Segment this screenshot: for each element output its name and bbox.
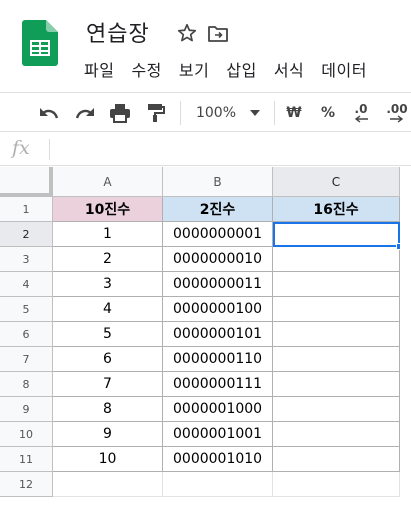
cell-c5[interactable] <box>273 297 400 322</box>
row-header-12[interactable]: 12 <box>0 472 53 497</box>
zoom-select[interactable]: 100% <box>196 101 236 125</box>
formula-separator <box>49 139 50 160</box>
cell-a8[interactable]: 7 <box>53 372 163 397</box>
cell-b8[interactable]: 0000000111 <box>163 372 273 397</box>
currency-symbol: ₩ <box>286 105 302 121</box>
increase-decimal-label: .00 <box>386 102 408 116</box>
column-header-a[interactable]: A <box>53 167 163 197</box>
row-header-9[interactable]: 9 <box>0 397 53 422</box>
cell-a6[interactable]: 5 <box>53 322 163 347</box>
cell-a4[interactable]: 3 <box>53 272 163 297</box>
row-header-1[interactable]: 1 <box>0 197 53 222</box>
paint-format-icon[interactable] <box>142 101 168 125</box>
column-header-c[interactable]: C <box>273 167 400 197</box>
percent-format-button[interactable]: % <box>320 101 336 125</box>
menu-insert[interactable]: 삽입 <box>226 57 256 81</box>
chevron-down-icon[interactable] <box>248 101 262 125</box>
header-cell-a[interactable]: 10진수 <box>53 197 163 222</box>
decrease-decimal-label: .0 <box>354 102 368 116</box>
cell-c3[interactable] <box>273 247 400 272</box>
redo-icon[interactable] <box>72 101 98 125</box>
cell-b3[interactable]: 0000000010 <box>163 247 273 272</box>
increase-decimal-button[interactable]: .00 <box>384 101 410 125</box>
toolbar-separator <box>274 101 275 125</box>
toolbar: 100% ₩ % .0 .00 <box>0 92 411 132</box>
menu-bar: 파일 수정 보기 삽입 서식 데이터 <box>84 57 384 81</box>
cell-c8[interactable] <box>273 372 400 397</box>
menu-edit[interactable]: 수정 <box>131 57 161 81</box>
selected-cell-outline <box>273 222 400 247</box>
header-cell-c[interactable]: 16진수 <box>273 197 400 222</box>
row-header-4[interactable]: 4 <box>0 272 53 297</box>
header-cell-b[interactable]: 2진수 <box>163 197 273 222</box>
cell-a10[interactable]: 9 <box>53 422 163 447</box>
decrease-decimal-button[interactable]: .0 <box>350 101 372 125</box>
cell-c11[interactable] <box>273 447 400 472</box>
row-header-11[interactable]: 11 <box>0 447 53 472</box>
cell-b4[interactable]: 0000000011 <box>163 272 273 297</box>
cell-a7[interactable]: 6 <box>53 347 163 372</box>
cell-a11[interactable]: 10 <box>53 447 163 472</box>
row-header-6[interactable]: 6 <box>0 322 53 347</box>
fx-icon: fx <box>12 137 30 159</box>
row-header-8[interactable]: 8 <box>0 372 53 397</box>
move-to-folder-icon[interactable] <box>207 24 229 44</box>
star-icon[interactable] <box>176 22 198 44</box>
undo-icon[interactable] <box>36 101 62 125</box>
zoom-value: 100% <box>195 105 237 121</box>
cell-c12[interactable] <box>273 472 400 497</box>
percent-symbol: % <box>320 105 336 121</box>
cell-c9[interactable] <box>273 397 400 422</box>
cell-b7[interactable]: 0000000110 <box>163 347 273 372</box>
print-icon[interactable] <box>107 101 133 125</box>
column-header-b[interactable]: B <box>163 167 273 197</box>
document-title[interactable]: 연습장 <box>86 16 150 48</box>
menu-format[interactable]: 서식 <box>274 57 304 81</box>
menu-data[interactable]: 데이터 <box>321 57 367 81</box>
select-all-corner[interactable] <box>0 167 53 197</box>
menu-file[interactable]: 파일 <box>84 57 114 81</box>
cell-b11[interactable]: 0000001010 <box>163 447 273 472</box>
row-header-3[interactable]: 3 <box>0 247 53 272</box>
cell-a2[interactable]: 1 <box>53 222 163 247</box>
row-header-2[interactable]: 2 <box>0 222 53 247</box>
cell-b9[interactable]: 0000001000 <box>163 397 273 422</box>
google-sheets-logo[interactable] <box>22 20 58 66</box>
cell-b5[interactable]: 0000000100 <box>163 297 273 322</box>
row-header-10[interactable]: 10 <box>0 422 53 447</box>
cell-b10[interactable]: 0000001001 <box>163 422 273 447</box>
spreadsheet-grid: A B C 1 10진수 2진수 16진수 2 1 0000000001 3 2 00000000… <box>0 167 411 511</box>
cell-c4[interactable] <box>273 272 400 297</box>
cell-a5[interactable]: 4 <box>53 297 163 322</box>
menu-view[interactable]: 보기 <box>179 57 209 81</box>
cell-a3[interactable]: 2 <box>53 247 163 272</box>
arrow-right-icon <box>390 115 404 123</box>
cell-c7[interactable] <box>273 347 400 372</box>
cell-c6[interactable] <box>273 322 400 347</box>
toolbar-separator <box>180 101 181 125</box>
row-header-5[interactable]: 5 <box>0 297 53 322</box>
cell-a9[interactable]: 8 <box>53 397 163 422</box>
cell-b12[interactable] <box>163 472 273 497</box>
cell-a12[interactable] <box>53 472 163 497</box>
cell-c10[interactable] <box>273 422 400 447</box>
currency-format-button[interactable]: ₩ <box>286 101 302 125</box>
row-header-7[interactable]: 7 <box>0 347 53 372</box>
arrow-left-icon <box>354 115 368 123</box>
formula-input[interactable] <box>56 137 406 162</box>
cell-b6[interactable]: 0000000101 <box>163 322 273 347</box>
grid-right-edge <box>400 167 411 511</box>
formula-bar: fx <box>0 133 411 166</box>
cell-b2[interactable]: 0000000001 <box>163 222 273 247</box>
